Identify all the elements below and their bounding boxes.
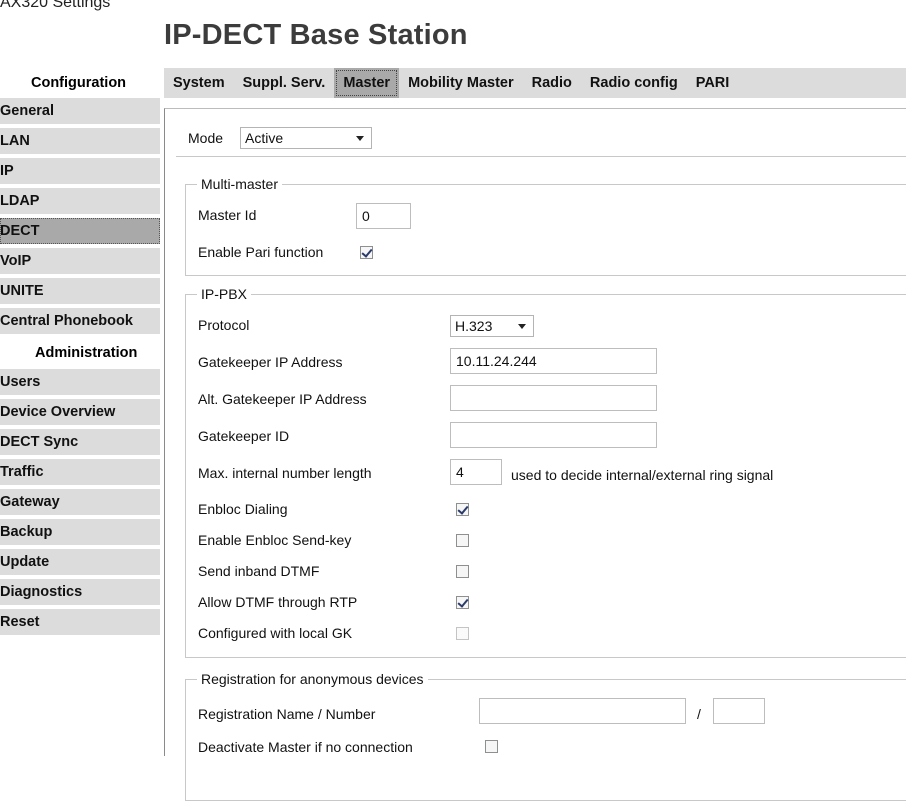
sidebar-item-lan[interactable]: LAN xyxy=(0,128,160,154)
tab-mobility-master[interactable]: Mobility Master xyxy=(399,68,523,98)
tab-pari[interactable]: PARI xyxy=(687,68,739,98)
mode-select[interactable]: Active xyxy=(240,127,372,149)
tab-suppl-serv[interactable]: Suppl. Serv. xyxy=(234,68,335,98)
sidebar-item-ldap[interactable]: LDAP xyxy=(0,188,160,214)
ip-pbx-checkbox-enbloc-dialing[interactable] xyxy=(456,503,469,516)
registration-separator: / xyxy=(697,706,701,722)
sidebar-heading-configuration: Configuration xyxy=(31,75,127,91)
alt-gatekeeper-ip-label: Alt. Gatekeeper IP Address xyxy=(198,391,367,407)
sidebar-item-ip[interactable]: IP xyxy=(0,158,160,184)
gatekeeper-ip-input[interactable]: 10.11.24.244 xyxy=(450,348,657,374)
enable-pari-label: Enable Pari function xyxy=(198,244,324,260)
sidebar-item-voip[interactable]: VoIP xyxy=(0,248,160,274)
sidebar-item-central-phonebook[interactable]: Central Phonebook xyxy=(0,308,160,334)
tab-system[interactable]: System xyxy=(164,68,234,98)
multi-master-group: Multi-master xyxy=(185,176,906,276)
master-id-label: Master Id xyxy=(198,207,257,223)
protocol-select[interactable]: H.323 xyxy=(450,315,534,337)
max-number-length-hint: used to decide internal/external ring si… xyxy=(511,467,774,483)
registration-number-input[interactable] xyxy=(713,698,765,724)
registration-legend: Registration for anonymous devices xyxy=(197,671,428,687)
page-title: IP-DECT Base Station xyxy=(164,19,468,51)
divider xyxy=(176,156,906,157)
ip-pbx-checkbox-enable-enbloc-send-key[interactable] xyxy=(456,534,469,547)
master-settings-panel: Mode Active Multi-master Master Id 0 Ena… xyxy=(164,108,906,801)
sidebar-item-reset[interactable]: Reset xyxy=(0,609,160,635)
sidebar-item-dect[interactable]: DECT xyxy=(0,218,160,244)
checkbox-label: Send inband DTMF xyxy=(198,563,320,579)
checkbox-label: Configured with local GK xyxy=(198,625,353,641)
alt-gatekeeper-ip-input[interactable] xyxy=(450,385,657,411)
sidebar-heading-administration: Administration xyxy=(35,345,138,361)
gatekeeper-id-input[interactable] xyxy=(450,422,657,448)
sidebar-item-gateway[interactable]: Gateway xyxy=(0,489,160,515)
checkbox-label: Enbloc Dialing xyxy=(198,501,288,517)
enable-pari-checkbox[interactable] xyxy=(360,246,373,259)
master-id-input[interactable]: 0 xyxy=(356,203,411,229)
sidebar-item-backup[interactable]: Backup xyxy=(0,519,160,545)
sidebar-item-general[interactable]: General xyxy=(0,98,160,124)
sidebar: Configuration General LAN IP LDAP DECT VoIP UN… xyxy=(0,68,160,639)
mode-label: Mode xyxy=(188,130,224,146)
sidebar-item-unite[interactable]: UNITE xyxy=(0,278,160,304)
tab-master[interactable]: Master xyxy=(334,68,400,98)
sidebar-item-traffic[interactable]: Traffic xyxy=(0,459,160,485)
protocol-label: Protocol xyxy=(198,317,250,333)
ip-pbx-legend: IP-PBX xyxy=(197,286,251,302)
chevron-down-icon xyxy=(518,324,526,329)
multi-master-legend: Multi-master xyxy=(197,176,283,192)
gatekeeper-ip-label: Gatekeeper IP Address xyxy=(198,354,343,370)
checkbox-label: Enable Enbloc Send-key xyxy=(198,532,352,548)
registration-name-input[interactable] xyxy=(479,698,686,724)
max-number-length-input[interactable]: 4 xyxy=(450,459,502,485)
tab-bar: System Suppl. Serv. Master Mobility Master R… xyxy=(164,68,906,98)
window-title: AX320 Settings xyxy=(0,0,111,11)
checkbox-label: Allow DTMF through RTP xyxy=(198,594,358,610)
sidebar-item-users[interactable]: Users xyxy=(0,369,160,395)
sidebar-item-dect-sync[interactable]: DECT Sync xyxy=(0,429,160,455)
deactivate-master-checkbox[interactable] xyxy=(485,740,498,753)
gatekeeper-id-label: Gatekeeper ID xyxy=(198,428,290,444)
tab-radio-config[interactable]: Radio config xyxy=(581,68,687,98)
sidebar-item-diagnostics[interactable]: Diagnostics xyxy=(0,579,160,605)
tab-radio[interactable]: Radio xyxy=(523,68,581,98)
deactivate-master-label: Deactivate Master if no connection xyxy=(198,739,413,755)
max-number-length-label: Max. internal number length xyxy=(198,465,372,481)
chevron-down-icon xyxy=(356,136,364,141)
sidebar-item-device-overview[interactable]: Device Overview xyxy=(0,399,160,425)
registration-name-label: Registration Name / Number xyxy=(198,706,376,722)
ip-pbx-checkbox-send-inband-dtmf[interactable] xyxy=(456,565,469,578)
protocol-select-value: H.323 xyxy=(455,318,493,334)
ip-pbx-checkbox-allow-dtmf-through-rtp[interactable] xyxy=(456,596,469,609)
sidebar-item-update[interactable]: Update xyxy=(0,549,160,575)
mode-select-value: Active xyxy=(245,130,284,146)
ip-pbx-checkbox-configured-with-local-gk[interactable] xyxy=(456,627,469,640)
